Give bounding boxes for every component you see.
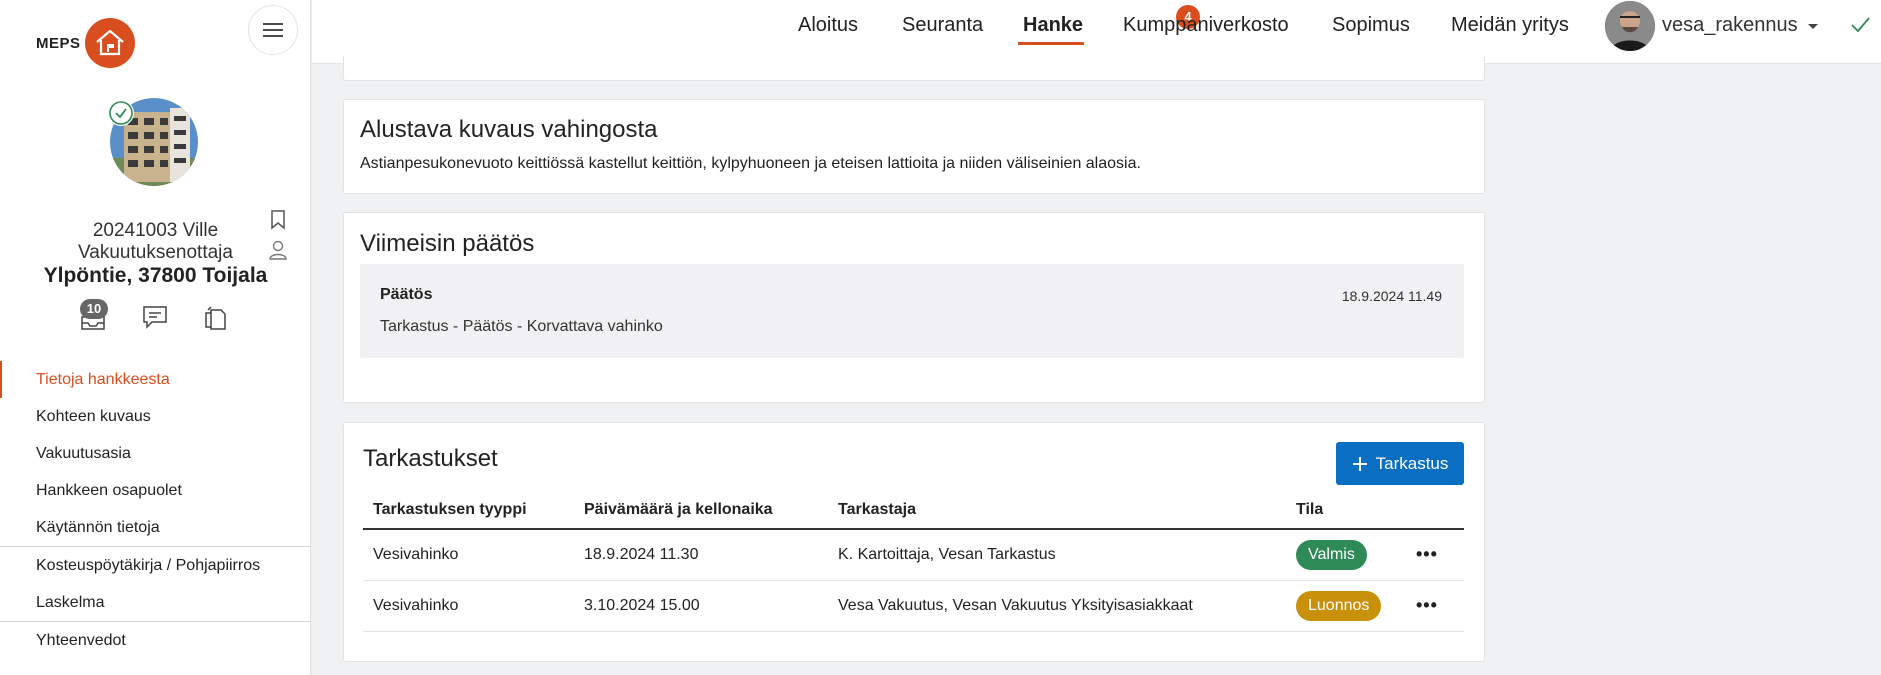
cell-type: Vesivahinko bbox=[363, 580, 574, 632]
previous-card bbox=[343, 56, 1485, 81]
project-id: 20241003 Ville bbox=[92, 220, 219, 241]
nav-sopimus[interactable]: Sopimus bbox=[1332, 14, 1410, 37]
add-inspection-label: Tarkastus bbox=[1375, 453, 1449, 473]
decision-title: Viimeisin päätös bbox=[360, 230, 535, 257]
description-card bbox=[343, 99, 1485, 194]
hamburger-menu-button[interactable] bbox=[248, 5, 298, 55]
table-row[interactable]: Vesivahinko 18.9.2024 11.30 K. Kartoitta… bbox=[363, 529, 1464, 581]
decision-item: Päätös 18.9.2024 11.49 Tarkastus - Päätö… bbox=[360, 264, 1464, 358]
top-navigation: Aloitus 4 Seuranta Hanke Kumppaniverkost… bbox=[312, 0, 1881, 64]
description-title: Alustava kuvaus vahingosta bbox=[360, 116, 658, 143]
plus-icon bbox=[1352, 456, 1367, 471]
project-owner: Vakuutuksenottaja bbox=[78, 242, 233, 263]
sidebar-nav: Tietoja hankkeesta Kohteen kuvaus Vakuut… bbox=[0, 361, 311, 659]
check-icon bbox=[1851, 17, 1870, 33]
copy-documents-icon[interactable] bbox=[203, 305, 227, 331]
sidebar-item-kaytannon-tietoja[interactable]: Käytännön tietoja bbox=[0, 509, 311, 546]
sidebar-item-laskelma[interactable]: Laskelma bbox=[0, 584, 311, 621]
sidebar-item-tietoja-hankkeesta[interactable]: Tietoja hankkeesta bbox=[0, 361, 311, 398]
table-row[interactable]: Vesivahinko 3.10.2024 15.00 Vesa Vakuutu… bbox=[363, 580, 1464, 632]
project-address: Ylpöntie, 37800 Toijala bbox=[43, 264, 268, 287]
decision-text: Tarkastus - Päätös - Korvattava vahinko bbox=[380, 318, 663, 335]
cell-date: 18.9.2024 11.30 bbox=[574, 529, 828, 581]
sidebar-item-kosteuspoytakirja[interactable]: Kosteuspöytäkirja / Pohjapiirros bbox=[0, 547, 311, 584]
sidebar-item-hankkeen-osapuolet[interactable]: Hankkeen osapuolet bbox=[0, 472, 311, 509]
decision-label: Päätös bbox=[380, 286, 433, 303]
project-avatar bbox=[108, 98, 198, 186]
nav-kumppaniverkosto[interactable]: Kumppaniverkosto bbox=[1123, 14, 1289, 37]
add-inspection-button[interactable]: Tarkastus bbox=[1336, 442, 1464, 485]
decision-date: 18.9.2024 11.49 bbox=[1341, 288, 1442, 304]
column-header-type[interactable]: Tarkastuksen tyyppi bbox=[363, 491, 574, 530]
hamburger-icon bbox=[263, 23, 283, 37]
document-count-badge: 10 bbox=[80, 299, 108, 319]
cell-type: Vesivahinko bbox=[363, 529, 574, 581]
cell-date: 3.10.2024 15.00 bbox=[574, 580, 828, 632]
table-header-row: Tarkastuksen tyyppi Päivämäärä ja kellon… bbox=[363, 491, 1464, 530]
verified-check-icon bbox=[108, 100, 134, 126]
sidebar-item-kohteen-kuvaus[interactable]: Kohteen kuvaus bbox=[0, 398, 311, 435]
column-header-status[interactable]: Tila bbox=[1286, 491, 1406, 530]
nav-aloitus[interactable]: Aloitus bbox=[798, 14, 858, 37]
house-logo-icon bbox=[84, 18, 135, 68]
chat-icon[interactable] bbox=[142, 305, 168, 329]
inspections-title: Tarkastukset bbox=[363, 445, 498, 472]
user-name[interactable]: vesa_rakennus bbox=[1662, 14, 1798, 37]
nav-hanke[interactable]: Hanke bbox=[1023, 14, 1083, 37]
column-header-actions bbox=[1406, 491, 1464, 530]
sidebar-item-yhteenvedot[interactable]: Yhteenvedot bbox=[0, 622, 311, 659]
nav-meidan-yritys[interactable]: Meidän yritys bbox=[1451, 14, 1569, 37]
active-nav-underline bbox=[1018, 42, 1084, 45]
cell-inspector: Vesa Vakuutus, Vesan Vakuutus Yksityisas… bbox=[828, 580, 1286, 632]
status-badge: Valmis bbox=[1296, 539, 1367, 570]
meps-logo[interactable]: MEPS bbox=[36, 18, 135, 68]
sidebar-item-vakuutusasia[interactable]: Vakuutusasia bbox=[0, 435, 311, 472]
column-header-inspector[interactable]: Tarkastaja bbox=[828, 491, 1286, 530]
user-avatar[interactable] bbox=[1605, 1, 1655, 51]
description-text: Astianpesukonevuoto keittiössä kastellut… bbox=[360, 155, 1141, 172]
status-badge: Luonnos bbox=[1296, 590, 1382, 621]
logo-text: MEPS bbox=[36, 34, 81, 52]
inspections-table: Tarkastuksen tyyppi Päivämäärä ja kellon… bbox=[363, 491, 1464, 632]
nav-seuranta[interactable]: Seuranta bbox=[902, 14, 983, 37]
more-options-icon[interactable]: ••• bbox=[1416, 544, 1438, 564]
sidebar: MEPS 20241003 Ville Vakuutuksenottaja Yl… bbox=[0, 0, 311, 675]
column-header-date[interactable]: Päivämäärä ja kellonaika bbox=[574, 491, 828, 530]
cell-inspector: K. Kartoittaja, Vesan Tarkastus bbox=[828, 529, 1286, 581]
chevron-down-icon[interactable] bbox=[1807, 23, 1819, 31]
more-options-icon[interactable]: ••• bbox=[1416, 595, 1438, 615]
